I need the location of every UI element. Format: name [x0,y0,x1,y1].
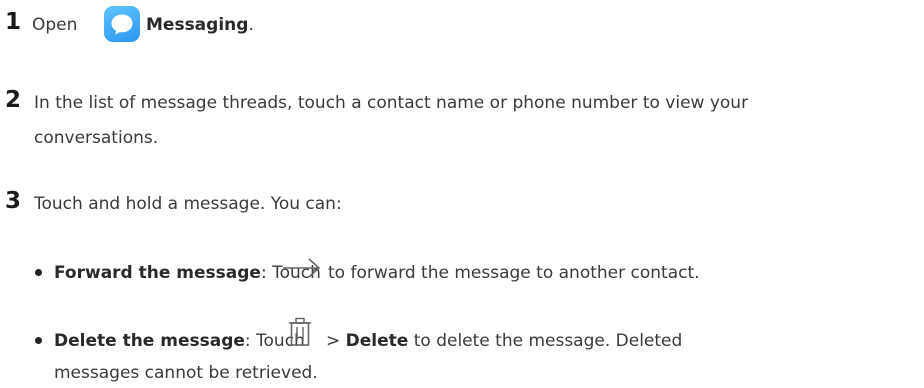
delete-option-title: Delete the message [54,331,245,351]
delete-action-label: Delete [345,331,409,351]
trash-icon [286,316,314,352]
delete-option-menu-path: > Delete to delete the message. Deleted [326,330,682,352]
step-number-2: 2 [5,87,22,113]
speech-bubble-icon [111,14,133,35]
step-number-3: 3 [5,188,22,214]
messaging-app-name: Messaging [146,15,249,35]
step-1-app-name: Messaging. [146,14,254,36]
arrow-right-icon [281,256,323,284]
step-1-period: . [248,15,254,35]
step-2-text-line-2: conversations. [34,128,159,148]
bullet-delete [35,337,42,344]
menu-arrow-glyph: > [326,331,341,351]
delete-option-text-start: Delete the message: Touch [54,330,305,352]
forward-option-description: to forward the message to another contac… [328,263,700,283]
step-3-text: Touch and hold a message. You can: [34,194,342,214]
delete-option-description: to delete the message. Deleted [413,331,683,351]
step-number-1: 1 [5,9,22,35]
messaging-app-icon [104,6,140,42]
delete-option-description-line-2: messages cannot be retrieved. [54,363,318,383]
step-2-text-line-1: In the list of message threads, touch a … [34,93,749,113]
step-1-text-open: Open [32,15,78,35]
bullet-forward [35,269,42,276]
forward-option-title: Forward the message [54,263,261,283]
